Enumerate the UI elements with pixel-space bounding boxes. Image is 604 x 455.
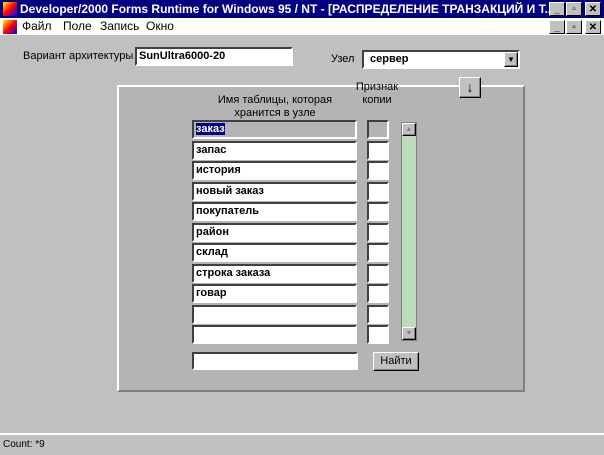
chevron-down-icon[interactable]: ▼ (504, 52, 518, 67)
down-arrow-button[interactable]: ↓ (459, 77, 481, 98)
status-bar: Count: *9 (0, 433, 604, 455)
copy-flag-field[interactable] (367, 264, 389, 283)
copy-flag-field[interactable] (367, 120, 389, 139)
table-name-field[interactable] (192, 305, 357, 324)
copy-flag-field[interactable] (367, 305, 389, 324)
table-name-field[interactable]: строка заказа (192, 264, 357, 283)
table-name-value: склад (196, 246, 228, 258)
find-button[interactable]: Найти (373, 352, 419, 371)
doc-maximize-button[interactable]: ▫ (566, 20, 582, 34)
table-name-field[interactable]: район (192, 223, 357, 242)
menu-field[interactable]: Поле (63, 18, 92, 35)
window-title: Developer/2000 Forms Runtime for Windows… (20, 2, 555, 16)
scrollbar[interactable]: ▲ ▼ (401, 122, 417, 341)
close-button[interactable]: ✕ (585, 2, 601, 16)
table-name-value: покупатель (196, 205, 260, 217)
app-icon (3, 2, 17, 16)
search-input[interactable] (192, 352, 358, 370)
table-name-value: заказ (196, 123, 225, 135)
copy-flag-field[interactable] (367, 325, 389, 344)
table-name-value: говар (196, 287, 227, 299)
doc-minimize-button[interactable]: _ (549, 20, 565, 34)
copy-flag-field[interactable] (367, 223, 389, 242)
table-name-field[interactable]: новый заказ (192, 182, 357, 201)
menu-record[interactable]: Запись (100, 18, 139, 35)
copy-flag-field[interactable] (367, 202, 389, 221)
menu-window[interactable]: Окно (146, 18, 174, 35)
table-name-value: строка заказа (196, 267, 271, 279)
table-name-value: новый заказ (196, 185, 265, 197)
copy-flag-field[interactable] (367, 284, 389, 303)
copy-flag-field[interactable] (367, 161, 389, 180)
table-name-value: история (196, 164, 241, 176)
table-name-field[interactable]: покупатель (192, 202, 357, 221)
table-name-field[interactable]: запас (192, 141, 357, 160)
scroll-up-icon[interactable]: ▲ (402, 123, 416, 136)
copy-flag-field[interactable] (367, 243, 389, 262)
table-name-field[interactable]: история (192, 161, 357, 180)
doc-icon (3, 20, 17, 34)
menu-file[interactable]: Файл (22, 18, 52, 35)
node-select[interactable]: сервер ▼ (362, 50, 520, 69)
table-name-field[interactable]: склад (192, 243, 357, 262)
status-count: Count: *9 (3, 439, 45, 450)
copy-flag-field[interactable] (367, 182, 389, 201)
table-name-value: запас (196, 144, 227, 156)
table-name-field[interactable]: говар (192, 284, 357, 303)
node-value: сервер (370, 53, 409, 65)
title-bar: Developer/2000 Forms Runtime for Windows… (0, 0, 604, 18)
arch-input[interactable]: SunUltra6000-20 (135, 47, 293, 66)
menu-bar: Файл Поле Запись Окно _ ▫ ✕ (0, 18, 604, 35)
col-name-header: Имя таблицы, которая хранится в узле (217, 94, 333, 119)
table-name-field[interactable] (192, 325, 357, 344)
minimize-button[interactable]: _ (549, 2, 565, 16)
table-name-value: район (196, 226, 229, 238)
copy-flag-field[interactable] (367, 141, 389, 160)
col-copy-header: Признак копии (355, 81, 399, 106)
doc-close-button[interactable]: ✕ (585, 20, 601, 34)
arch-label: Вариант архитектуры (23, 50, 134, 62)
maximize-button[interactable]: ▫ (566, 2, 582, 16)
table-name-field[interactable]: заказ (192, 120, 357, 139)
scroll-down-icon[interactable]: ▼ (402, 327, 416, 340)
node-label: Узел (331, 53, 355, 65)
